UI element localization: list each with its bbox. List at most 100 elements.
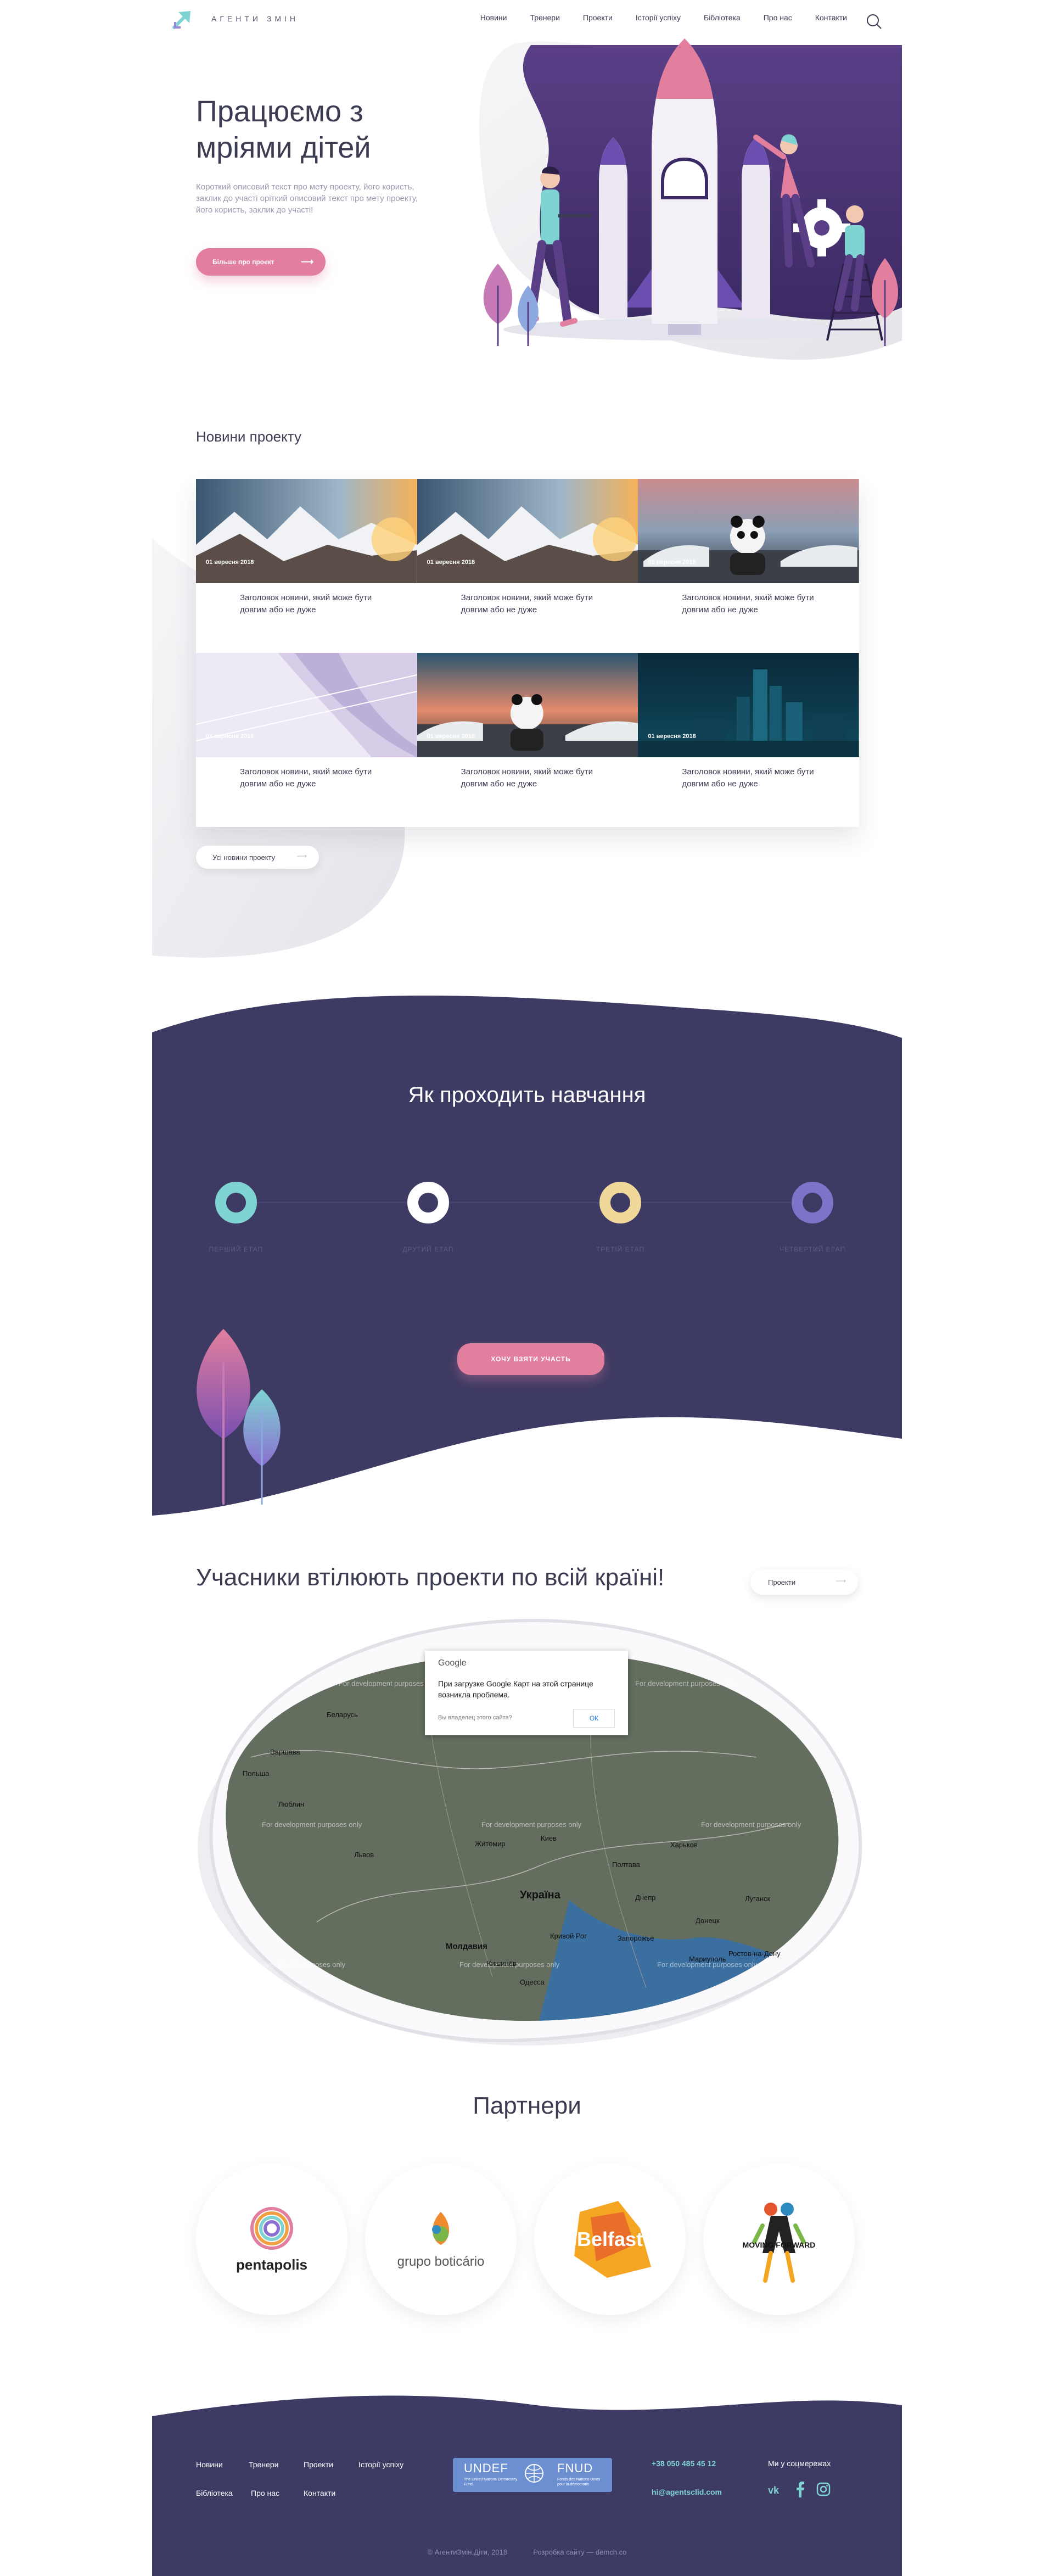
all-news-button[interactable]: Усі новини проекту ⟶ [196, 846, 319, 869]
stage-4-marker[interactable] [792, 1182, 833, 1223]
facebook-icon[interactable] [795, 2481, 805, 2497]
projects-filter-label: Проекти [768, 1578, 796, 1586]
map-city-label: Варшава [270, 1748, 300, 1756]
footer-phone[interactable]: +38 050 485 45 12 [652, 2459, 716, 2468]
social-label: Ми у соцмережах [768, 2459, 831, 2468]
footer-nav-projects[interactable]: Проекти [304, 2460, 333, 2469]
news-item[interactable]: 01 вересня 2018 Заголовок новини, який м… [196, 479, 417, 653]
news-title[interactable]: Заголовок новини, який може бути довгим … [682, 766, 819, 790]
map-city-label: Донецк [696, 1916, 720, 1925]
page: АГЕНТИ ЗМІН Новини Тренери Проекти Істор… [152, 0, 902, 2576]
map-city-label: Запорожье [618, 1934, 654, 1942]
stage-1-marker[interactable] [215, 1182, 257, 1223]
undef-text: UNDEF [464, 2461, 508, 2475]
partner-grupo-boticario[interactable]: grupo boticário [365, 2164, 517, 2315]
city-night-image [638, 653, 859, 757]
instagram-icon[interactable] [816, 2482, 831, 2496]
news-item[interactable]: 01 вересня 2018 Заголовок новини, який м… [417, 479, 638, 653]
footer-email[interactable]: hi@agentsclid.com [652, 2488, 722, 2496]
news-card: 01 вересня 2018 Заголовок новини, який м… [196, 479, 859, 827]
grupo-boticario-logo: grupo boticário [397, 2212, 484, 2269]
site-owner-question[interactable]: Вы владелец этого сайта? [438, 1714, 512, 1721]
footer-nav-about[interactable]: Про нас [251, 2489, 279, 2497]
stage-3-marker[interactable] [599, 1182, 641, 1223]
more-about-project-button[interactable]: Більше про проект ⟶ [196, 248, 326, 276]
logo-text[interactable]: АГЕНТИ ЗМІН [211, 14, 299, 23]
news-heading: Новини проекту [196, 428, 302, 445]
search-icon[interactable] [866, 13, 882, 30]
svg-text:pentapolis: pentapolis [236, 2256, 307, 2273]
map-watermark: For development purposes only [262, 1820, 362, 1829]
footer-nav-success-stories[interactable]: Історії успіху [358, 2460, 403, 2469]
main-nav: Новини Тренери Проекти Історії успіху Бі… [457, 13, 847, 22]
footer-nav-contacts[interactable]: Контакти [304, 2489, 335, 2497]
arrow-right-icon: ⟶ [836, 1577, 846, 1585]
abstract-lavender-image [196, 653, 417, 757]
mountains-sunset-image [196, 479, 417, 583]
panda-cars-image [417, 653, 638, 757]
news-title[interactable]: Заголовок новини, який може бути довгим … [461, 592, 598, 616]
news-item[interactable]: 01 вересня 2018 Заголовок новини, який м… [196, 653, 417, 827]
partner-moving-forward[interactable]: MOVING FORWARD [703, 2164, 855, 2315]
rocket-team-illustration [483, 38, 898, 346]
news-title[interactable]: Заголовок новини, який може бути довгим … [461, 766, 598, 790]
nav-item-news[interactable]: Новини [480, 13, 507, 22]
news-item[interactable]: 01 вересня 2018 Заголовок новини, який м… [638, 653, 859, 827]
stage-3-label: ТРЕТІЙ ЕТАП [596, 1245, 645, 1253]
news-item[interactable]: 01 вересня 2018 Заголовок новини, який м… [417, 653, 638, 827]
developer-credit[interactable]: Розробка сайту — demch.co [533, 2548, 626, 2556]
map-city-label: Беларусь [327, 1711, 358, 1719]
fnud-text: FNUD [557, 2461, 593, 2475]
nav-item-library[interactable]: Бібліотека [704, 13, 741, 22]
arrow-right-icon: ⟶ [301, 258, 313, 267]
nav-item-contacts[interactable]: Контакти [815, 13, 847, 22]
svg-text:vk: vk [768, 2485, 780, 2496]
news-title[interactable]: Заголовок новини, який може бути довгим … [682, 592, 819, 616]
footer-nav-library[interactable]: Бібліотека [196, 2489, 233, 2497]
map-error-dialog: Google При загрузке Google Карт на этой … [425, 1651, 628, 1735]
news-date: 01 вересня 2018 [427, 559, 475, 566]
nav-item-trainers[interactable]: Тренери [530, 13, 559, 22]
map-city-label: Одесса [520, 1978, 545, 1986]
moving-forward-logo: MOVING FORWARD [743, 2203, 815, 2283]
map-city-label: Польша [243, 1769, 270, 1778]
undef-fnud-logo[interactable]: UNDEF FNUD The United Nations Democracy … [453, 2458, 612, 2492]
news-title[interactable]: Заголовок новини, який може бути довгим … [240, 766, 377, 790]
map-city-label: Львов [354, 1851, 374, 1859]
map-country-label: Україна [520, 1889, 560, 1901]
news-item[interactable]: 01 вересня 2018 Заголовок новини, який м… [638, 479, 859, 653]
all-news-label: Усі новини проекту [212, 853, 276, 862]
take-part-button[interactable]: ХОЧУ ВЗЯТИ УЧАСТЬ [457, 1343, 604, 1375]
nav-item-success-stories[interactable]: Історії успіху [636, 13, 681, 22]
footer-nav-news[interactable]: Новини [196, 2460, 223, 2469]
map-city-label: Харьков [670, 1841, 698, 1849]
stage-1-label: ПЕРШИЙ ЕТАП [209, 1245, 264, 1253]
stage-2-marker[interactable] [407, 1182, 449, 1223]
un-emblem-icon [525, 2464, 543, 2483]
stage-4-label: ЧЕТВЕРТИЙ ЕТАП [779, 1245, 846, 1253]
partner-belfast[interactable]: Belfast [534, 2164, 686, 2315]
partner-pentapolis[interactable]: pentapolis [196, 2164, 347, 2315]
map-city-label: Ростов-на-Дону [728, 1949, 781, 1958]
map-city-label: Люблин [278, 1800, 305, 1808]
copyright-bar: © АгентиЗмін.Діти, 2018 Розробка сайту —… [152, 2548, 902, 2556]
arrow-right-icon: ⟶ [296, 852, 307, 860]
news-title[interactable]: Заголовок новини, який може бути довгим … [240, 592, 377, 616]
map-watermark: For development purposes only [245, 1960, 346, 1969]
footer-nav-trainers[interactable]: Тренери [249, 2460, 278, 2469]
panda-cars-image [638, 479, 859, 583]
projects-filter-button[interactable]: Проекти ⟶ [750, 1569, 858, 1595]
map-watermark: For development purposes only [701, 1820, 801, 1829]
news-date: 01 вересня 2018 [648, 733, 696, 740]
ok-button[interactable]: ОК [573, 1709, 615, 1728]
map-heading: Учасники втілюють проекти по всій країні… [196, 1564, 665, 1591]
learning-title: Як проходить навчання [408, 1083, 646, 1107]
vk-icon[interactable]: vk [768, 2483, 784, 2496]
map-city-label: Кишинёв [487, 1959, 517, 1968]
hero-title: Працюємо з мріями дітей [196, 95, 371, 164]
logo-arrow-icon[interactable] [172, 8, 194, 30]
nav-item-about[interactable]: Про нас [764, 13, 792, 22]
partners-heading: Партнери [473, 2092, 581, 2119]
nav-item-projects[interactable]: Проекти [583, 13, 613, 22]
map-city-label: Днепр [635, 1893, 656, 1902]
